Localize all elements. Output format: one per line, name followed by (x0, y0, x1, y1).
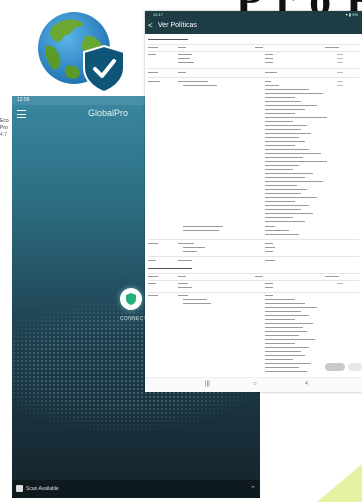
scan-icon (16, 485, 23, 492)
hamburger-menu-icon[interactable] (17, 110, 26, 118)
shield-icon (126, 293, 136, 305)
tablet-page-title: Ver Políticas (158, 22, 197, 29)
back-icon[interactable]: < (305, 381, 309, 387)
tablet-nav-bar: ||| ○ < (145, 377, 362, 392)
phone-bottom-bar[interactable]: Scan Available ⌃ (12, 480, 260, 498)
home-icon[interactable]: ○ (253, 381, 257, 387)
bottom-bar-label: Scan Available (26, 486, 59, 492)
tablet-screenshot: 12:17 ▾ ▮ 9% < Ver Políticas ||| ○ < (145, 11, 362, 392)
connect-button[interactable] (120, 288, 142, 310)
decorative-triangle (317, 464, 362, 502)
floating-pill-secondary (348, 363, 362, 371)
policies-table (145, 36, 362, 376)
phone-status-time: 12:56 (17, 97, 30, 103)
back-arrow-icon[interactable]: < (148, 21, 153, 30)
tablet-header: 12:17 ▾ ▮ 9% < Ver Políticas (145, 11, 362, 34)
chevron-up-icon[interactable]: ⌃ (250, 485, 256, 493)
floating-pill (325, 363, 345, 371)
recent-apps-icon[interactable]: ||| (205, 381, 210, 387)
tablet-status-icons: ▾ ▮ 9% (345, 12, 358, 17)
phone-app-title: GlobalPro (88, 108, 129, 118)
tablet-status-time: 12:17 (153, 12, 164, 17)
globe-shield-icon (34, 6, 134, 96)
